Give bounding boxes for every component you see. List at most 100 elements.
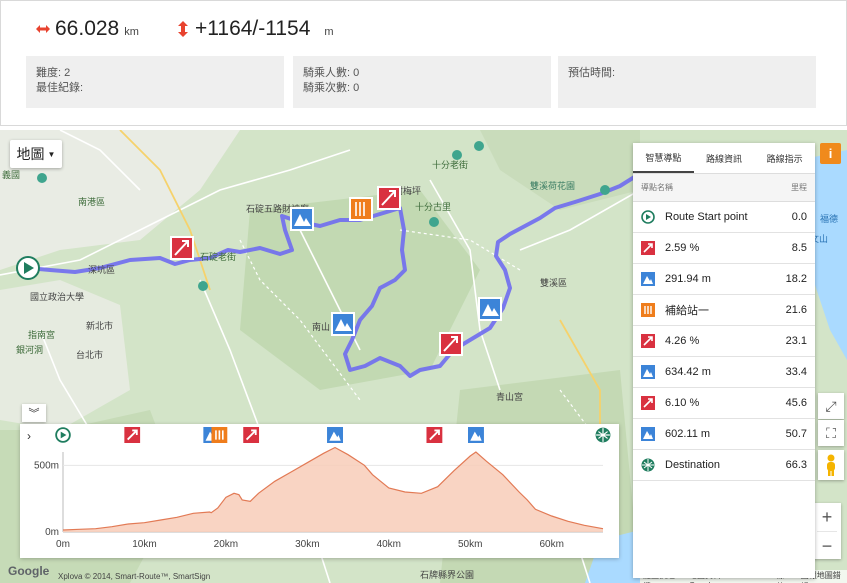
climb-icon — [641, 241, 655, 255]
zoom-in-button[interactable]: + — [822, 503, 833, 531]
chart-marker-climb-icon[interactable] — [426, 427, 443, 443]
waypoint-row[interactable]: 補給站一 21.6 — [633, 295, 815, 326]
est-time-box: 預估時間: — [558, 56, 816, 108]
waypoint-row[interactable]: 2.59 % 8.5 — [633, 233, 815, 264]
elevation-unit: m — [324, 26, 334, 38]
chart-marker-climb-icon[interactable] — [243, 427, 260, 443]
map-label: 國立政治大學 — [30, 291, 84, 302]
elevation-value: +1164/-1154 — [195, 17, 311, 40]
rides-value: 0 — [353, 82, 360, 94]
chart-marker-destination-icon[interactable] — [595, 427, 611, 443]
tab-smart-waypoints[interactable]: 智慧導點 — [633, 143, 694, 173]
street-view-pegman-icon[interactable] — [818, 450, 844, 480]
map-type-selector[interactable]: 地圖 ▼ — [10, 140, 62, 168]
map-label: 南山 — [312, 321, 330, 332]
summit-marker-icon[interactable] — [331, 312, 355, 336]
map-label: 青山宮 — [496, 391, 523, 402]
map-label: 台北市 — [76, 349, 103, 360]
waypoint-distance: 45.6 — [785, 397, 807, 409]
riders-box: 騎乘人數: 0 騎乘次數: 0 — [293, 56, 551, 108]
google-logo: Google — [8, 564, 50, 578]
route-summary-panel: 66.028 km +1164/-1154 m 難度: 2 最佳紀錄: 騎乘人數… — [0, 0, 847, 126]
rides-label: 騎乘次數: — [303, 82, 351, 94]
waypoint-name: 6.10 % — [665, 397, 700, 409]
best-record-label: 最佳紀錄: — [36, 82, 84, 94]
waypoint-distance: 66.3 — [785, 459, 807, 471]
climb-marker-icon[interactable] — [377, 186, 401, 210]
summit-marker-icon[interactable] — [478, 297, 502, 321]
x-tick-label: 50km — [458, 539, 482, 550]
expand-chevron-icon[interactable]: › — [27, 429, 31, 443]
tab-route-info[interactable]: 路線資訊 — [694, 143, 755, 173]
fullscreen-expand-icon[interactable]: ⤢ — [818, 393, 844, 419]
x-tick-label: 0m — [56, 539, 70, 550]
chart-marker-summit-icon[interactable] — [327, 427, 344, 443]
summit-marker-icon[interactable] — [290, 207, 314, 231]
y-tick-label: 500m — [34, 460, 59, 471]
x-tick-label: 60km — [539, 539, 563, 550]
distance-value: 66.028 — [55, 17, 120, 40]
map-label: 福德 — [820, 213, 838, 224]
waypoint-name: 2.59 % — [665, 242, 700, 254]
chart-marker-climb-icon[interactable] — [124, 427, 141, 443]
distance-arrows-icon — [36, 25, 50, 33]
waypoint-row[interactable]: 4.26 % 23.1 — [633, 326, 815, 357]
food-marker-icon[interactable] — [349, 197, 373, 221]
waypoint-row[interactable]: 291.94 m 18.2 — [633, 264, 815, 295]
waypoint-name: Destination — [665, 459, 721, 471]
map-label: 石牌縣界公園 — [420, 569, 474, 580]
climb-marker-icon[interactable] — [170, 236, 194, 260]
waypoint-name: Route Start point — [665, 211, 748, 223]
waypoint-row[interactable]: Route Start point 0.0 — [633, 202, 815, 233]
poi-icon — [600, 185, 610, 195]
x-tick-label: 10km — [132, 539, 156, 550]
waypoint-row[interactable]: 6.10 % 45.6 — [633, 388, 815, 419]
info-icon[interactable]: i — [820, 143, 841, 164]
chart-marker-route-start-icon[interactable] — [55, 427, 71, 443]
elevation-chart[interactable]: › 0m 500m 0m 10km 20km 30km 40km 50km 60km — [20, 424, 619, 558]
y-tick-label: 0m — [45, 527, 59, 538]
poi-icon — [198, 281, 208, 291]
riders-value: 0 — [353, 67, 360, 79]
difficulty-box: 難度: 2 最佳紀錄: — [26, 56, 284, 108]
waypoint-row[interactable]: 602.11 m 50.7 — [633, 419, 815, 450]
waypoint-name: 634.42 m — [665, 366, 711, 378]
waypoint-distance: 8.5 — [791, 242, 807, 254]
waypoints-header: 導點名稱 里程 — [633, 174, 815, 202]
collapse-chevron-icon[interactable]: ︾ — [22, 404, 46, 422]
est-time-label: 預估時間: — [568, 67, 616, 79]
food-station-icon — [641, 303, 655, 317]
poi-icon — [474, 141, 484, 151]
waypoint-row[interactable]: Destination 66.3 — [633, 450, 815, 481]
chart-marker-summit-icon[interactable] — [467, 427, 484, 443]
climb-icon — [641, 334, 655, 348]
chart-marker-food-station-icon[interactable] — [211, 427, 228, 443]
waypoint-name: 4.26 % — [665, 335, 700, 347]
waypoint-distance: 50.7 — [785, 428, 807, 440]
elevation-stat: +1164/-1154 m — [175, 17, 334, 41]
map-label: 南港區 — [78, 196, 105, 207]
tab-route-directions[interactable]: 路線指示 — [754, 143, 815, 173]
difficulty-label: 難度: — [36, 67, 62, 79]
map-label: 十分古里 — [415, 201, 451, 212]
caret-down-icon: ▼ — [47, 149, 56, 159]
zoom-out-button[interactable]: − — [817, 531, 837, 559]
difficulty-value: 2 — [64, 67, 71, 79]
map-label: 石碇老街 — [200, 251, 236, 262]
waypoints-list: Route Start point 0.0 2.59 % 8.5 291.94 m 18.… — [633, 202, 815, 481]
map-label: 指南宮 — [28, 329, 55, 340]
panel-tabs: 智慧導點 路線資訊 路線指示 — [633, 143, 815, 174]
fullscreen-toggle-icon[interactable]: ⛶ — [818, 420, 844, 446]
climb-marker-icon[interactable] — [439, 332, 463, 356]
waypoint-distance: 21.6 — [785, 304, 807, 316]
climb-icon — [641, 396, 655, 410]
poi-icon — [452, 150, 462, 160]
waypoint-row[interactable]: 634.42 m 33.4 — [633, 357, 815, 388]
map-label: 十分老街 — [432, 159, 468, 170]
riders-label: 騎乘人數: — [303, 67, 351, 79]
map-label: 雙溪荷花園 — [530, 180, 575, 191]
route-start-icon — [641, 210, 655, 224]
map-label: 深坑區 — [88, 264, 115, 275]
poi-icon — [429, 217, 439, 227]
elevation-profile-panel: › 0m 500m 0m 10km 20km 30km 40km 50km 60km — [20, 424, 619, 558]
